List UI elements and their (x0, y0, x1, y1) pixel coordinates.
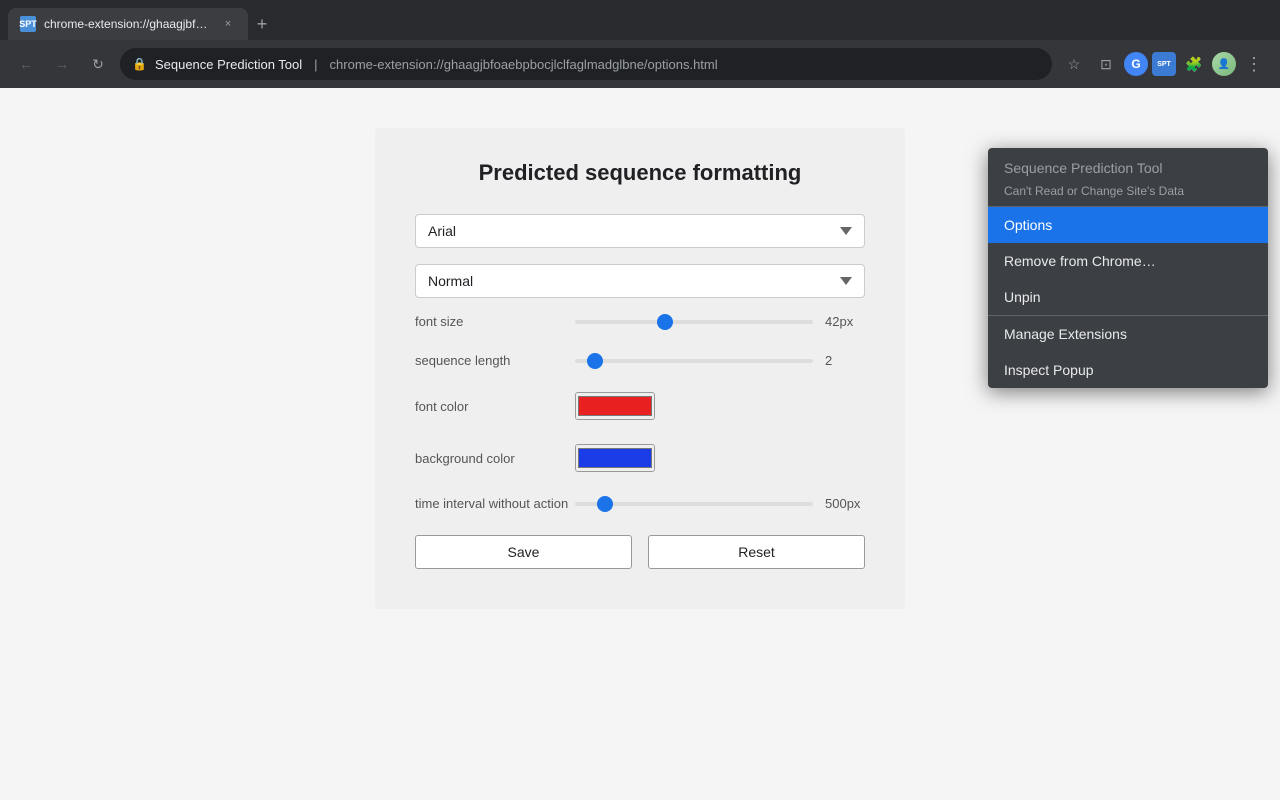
font-size-slider-wrap: 42px (575, 314, 865, 329)
time-interval-label: time interval without action (415, 496, 575, 511)
browser-frame: SPT chrome-extension://ghaagjbfo… × + ← … (0, 0, 1280, 800)
context-menu: Sequence Prediction Tool Can't Read or C… (988, 148, 1268, 388)
chrome-menu-button[interactable]: ⋮ (1240, 50, 1268, 78)
menu-item-remove[interactable]: Remove from Chrome… (988, 243, 1268, 279)
forward-button[interactable]: → (48, 50, 76, 78)
page-title: Predicted sequence formatting (415, 160, 865, 186)
font-color-input-wrap (575, 392, 655, 420)
spt-extension-icon[interactable]: SPT (1152, 52, 1176, 76)
font-size-group: font size 42px (415, 314, 865, 329)
font-select-group: Arial Times New Roman Courier New Verdan… (415, 214, 865, 248)
time-interval-value: 500px (825, 496, 865, 511)
site-name: Sequence Prediction Tool (155, 57, 302, 72)
reload-icon: ↻ (92, 56, 104, 73)
bookmark-button[interactable]: ☆ (1060, 50, 1088, 78)
font-size-label: font size (415, 314, 575, 329)
font-size-value: 42px (825, 314, 865, 329)
toolbar-icons: ☆ ⊡ G SPT 🧩 👤 ⋮ (1060, 50, 1268, 78)
sequence-length-slider[interactable] (575, 359, 813, 363)
font-color-label: font color (415, 399, 575, 414)
reload-button[interactable]: ↻ (84, 50, 112, 78)
sequence-length-value: 2 (825, 353, 865, 368)
avatar[interactable]: 👤 (1212, 52, 1236, 76)
options-container: Predicted sequence formatting Arial Time… (375, 128, 905, 609)
sequence-length-label: sequence length (415, 353, 575, 368)
screenshot-button[interactable]: ⊡ (1092, 50, 1120, 78)
menu-ext-name: Sequence Prediction Tool (1004, 160, 1252, 176)
weight-select-group: Normal Bold Italic Bold Italic (415, 264, 865, 298)
time-interval-slider[interactable] (575, 502, 813, 506)
google-account-icon[interactable]: G (1124, 52, 1148, 76)
menu-item-inspect-popup[interactable]: Inspect Popup (988, 352, 1268, 388)
button-row: Save Reset (415, 535, 865, 569)
address-input[interactable]: 🔒 Sequence Prediction Tool | chrome-exte… (120, 48, 1052, 80)
address-bar: ← → ↻ 🔒 Sequence Prediction Tool | chrom… (0, 40, 1280, 88)
menu-cant-read: Can't Read or Change Site's Data (988, 180, 1268, 206)
menu-header: Sequence Prediction Tool (988, 148, 1268, 180)
time-interval-slider-wrap: 500px (575, 496, 865, 511)
background-color-input[interactable] (576, 444, 654, 472)
save-button[interactable]: Save (415, 535, 632, 569)
sequence-length-slider-wrap: 2 (575, 353, 865, 368)
active-tab[interactable]: SPT chrome-extension://ghaagjbfo… × (8, 8, 248, 40)
menu-item-options[interactable]: Options (988, 207, 1268, 243)
menu-item-unpin[interactable]: Unpin (988, 279, 1268, 315)
new-tab-button[interactable]: + (248, 10, 276, 38)
time-interval-group: time interval without action 500px (415, 496, 865, 511)
font-color-input[interactable] (576, 392, 654, 420)
forward-icon: → (55, 56, 69, 72)
tab-close-button[interactable]: × (220, 16, 236, 32)
back-button[interactable]: ← (12, 50, 40, 78)
font-size-slider[interactable] (575, 320, 813, 324)
menu-item-manage-extensions[interactable]: Manage Extensions (988, 316, 1268, 352)
weight-select[interactable]: Normal Bold Italic Bold Italic (415, 264, 865, 298)
background-color-label: background color (415, 451, 575, 466)
extensions-puzzle-button[interactable]: 🧩 (1180, 50, 1208, 78)
page-content: Predicted sequence formatting Arial Time… (0, 88, 1280, 800)
address-url: chrome-extension://ghaagjbfoaebpbocjlclf… (330, 57, 718, 72)
tab-title: chrome-extension://ghaagjbfo… (44, 17, 212, 31)
font-color-group: font color (415, 392, 865, 420)
reset-button[interactable]: Reset (648, 535, 865, 569)
address-separator: | (314, 57, 317, 72)
tab-bar: SPT chrome-extension://ghaagjbfo… × + (0, 0, 1280, 40)
tab-favicon: SPT (20, 16, 36, 32)
lock-icon: 🔒 (132, 57, 147, 71)
back-icon: ← (19, 56, 33, 72)
font-select[interactable]: Arial Times New Roman Courier New Verdan… (415, 214, 865, 248)
background-color-input-wrap (575, 444, 655, 472)
background-color-group: background color (415, 444, 865, 472)
sequence-length-group: sequence length 2 (415, 353, 865, 368)
